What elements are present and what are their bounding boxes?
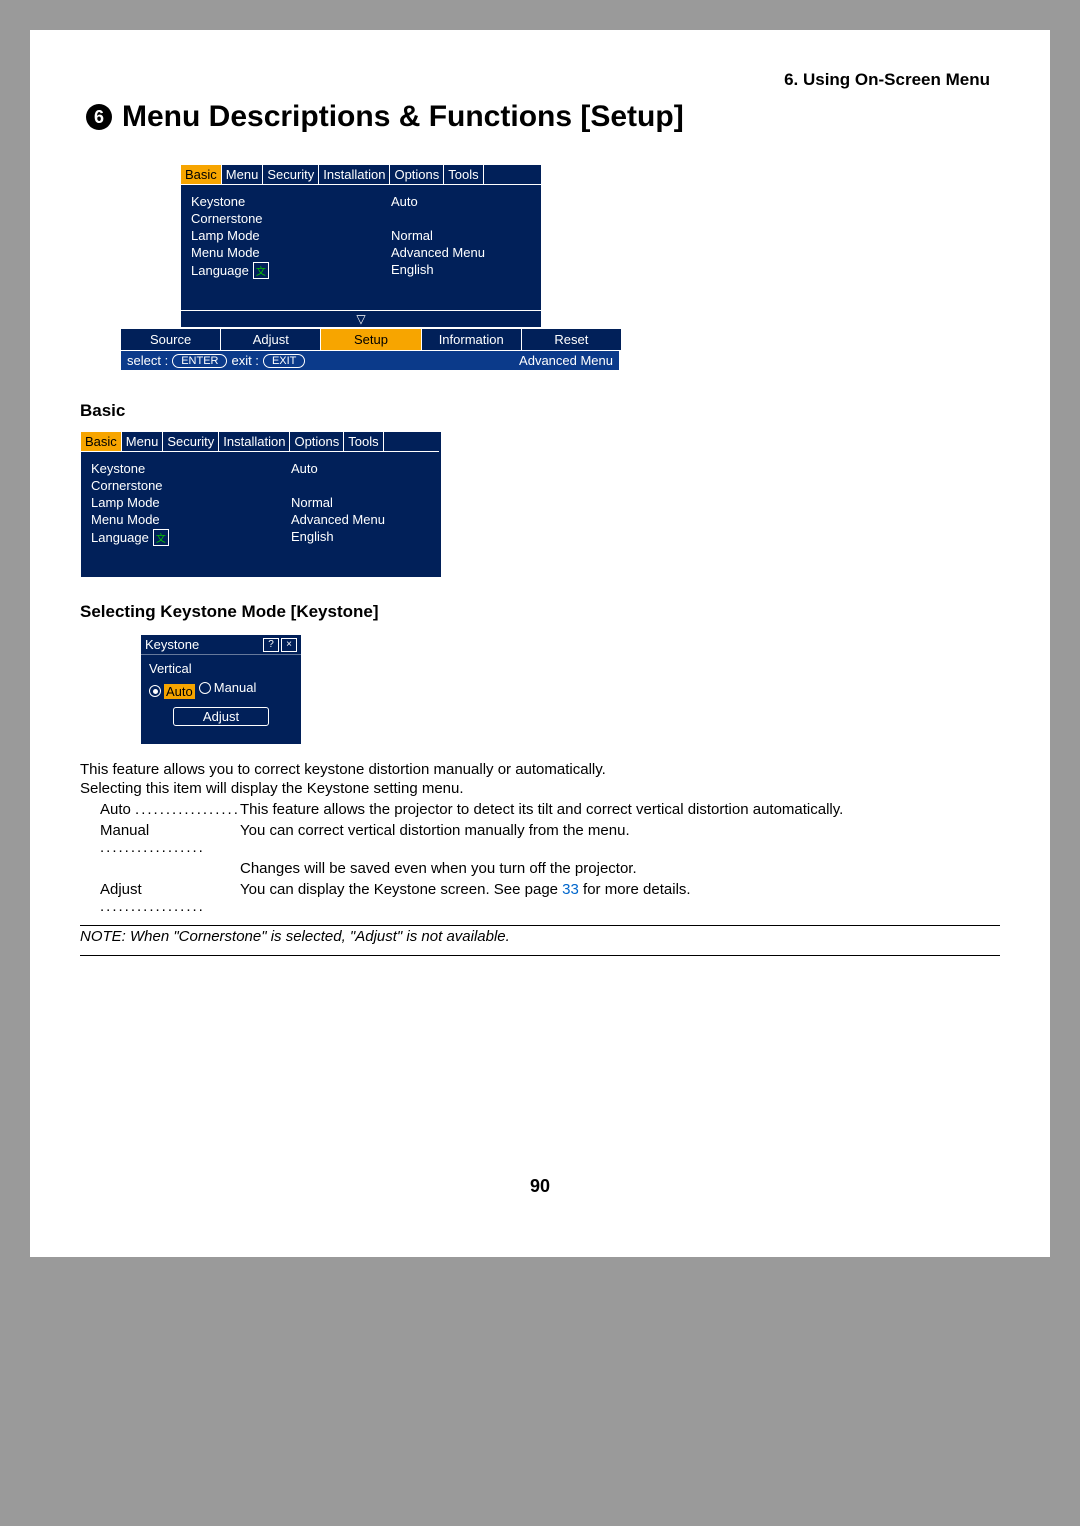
subtab-options: Options: [390, 165, 444, 184]
keystone-heading: Selecting Keystone Mode [Keystone]: [80, 602, 1000, 622]
subtab-basic: Basic: [81, 432, 122, 451]
help-icon: ?: [263, 638, 279, 652]
maintab-adjust: Adjust: [221, 329, 321, 350]
enter-key-pill: ENTER: [172, 354, 227, 368]
close-icon: ×: [281, 638, 297, 652]
basic-settings-body: KeystoneAutoCornerstoneLamp ModeNormalMe…: [81, 452, 439, 577]
osd-settings-body: KeystoneAutoCornerstoneLamp ModeNormalMe…: [180, 184, 542, 311]
maintab-reset: Reset: [522, 329, 621, 350]
definition-adjust: Adjust .................You can display …: [100, 881, 1000, 915]
subtab-menu: Menu: [122, 432, 164, 451]
page-link[interactable]: 33: [562, 881, 579, 898]
description-paragraph-1: This feature allows you to correct keyst…: [80, 761, 1000, 778]
keystone-radio-group: Auto Manual: [149, 680, 293, 699]
subtab-tools: Tools: [444, 165, 483, 184]
definition-auto: Auto .................This feature allow…: [100, 801, 1000, 818]
basic-panel-screenshot: BasicMenuSecurityInstallationOptionsTool…: [80, 431, 442, 578]
note-rule-top: [80, 925, 1000, 926]
subtab-security: Security: [163, 432, 219, 451]
osd-status-bar: select : ENTER exit : EXIT Advanced Menu: [120, 351, 620, 371]
maintab-information: Information: [422, 329, 522, 350]
osd-scroll-indicator: ▽: [180, 311, 542, 328]
language-icon: 文: [153, 529, 169, 546]
subtab-security: Security: [263, 165, 319, 184]
maintab-setup: Setup: [321, 329, 421, 350]
keystone-adjust-button: Adjust: [173, 707, 269, 726]
definition-manual: Manual .................You can correct …: [100, 822, 1000, 856]
subtab-options: Options: [290, 432, 344, 451]
subtab-installation: Installation: [219, 432, 290, 451]
setting-row-lamp-mode: Lamp ModeNormal: [81, 494, 439, 511]
note-text: NOTE: When "Cornerstone" is selected, "A…: [80, 928, 1000, 945]
osd-screenshot-main: BasicMenuSecurityInstallationOptionsTool…: [120, 164, 620, 371]
basic-tabstrip: BasicMenuSecurityInstallationOptionsTool…: [81, 432, 439, 452]
status-exit-label: exit :: [231, 353, 258, 368]
manual-page: 6. Using On-Screen Menu 6 Menu Descripti…: [30, 30, 1050, 1257]
keystone-vertical-label: Vertical: [149, 661, 293, 676]
setting-row-cornerstone: Cornerstone: [81, 477, 439, 494]
basic-subheader: Basic: [80, 401, 1000, 421]
subtab-basic: Basic: [181, 165, 222, 184]
osd-subtab-strip: BasicMenuSecurityInstallationOptionsTool…: [180, 164, 542, 184]
setting-row-keystone: KeystoneAuto: [181, 193, 541, 210]
subtab-installation: Installation: [319, 165, 390, 184]
setting-row-cornerstone: Cornerstone: [181, 210, 541, 227]
definition-continuation: Changes will be saved even when you turn…: [240, 860, 1000, 877]
exit-key-pill: EXIT: [263, 354, 305, 368]
setting-row-lamp-mode: Lamp ModeNormal: [181, 227, 541, 244]
setting-row-keystone: KeystoneAuto: [81, 460, 439, 477]
note-rule-bottom: [80, 955, 1000, 956]
setting-row-menu-mode: Menu ModeAdvanced Menu: [81, 511, 439, 528]
osd-main-tabs: SourceAdjustSetupInformationReset: [120, 328, 622, 351]
status-mode: Advanced Menu: [519, 353, 613, 368]
keystone-dialog-title: Keystone: [145, 637, 261, 652]
status-select-label: select :: [127, 353, 168, 368]
language-icon: 文: [253, 262, 269, 279]
setting-row-menu-mode: Menu ModeAdvanced Menu: [181, 244, 541, 261]
subtab-menu: Menu: [222, 165, 264, 184]
description-paragraph-2: Selecting this item will display the Key…: [80, 780, 1000, 797]
radio-auto: Auto: [149, 684, 195, 699]
page-number: 90: [80, 1176, 1000, 1197]
subtab-tools: Tools: [344, 432, 383, 451]
section-title-text: Menu Descriptions & Functions [Setup]: [122, 100, 684, 134]
setting-row-language: Language文English: [81, 528, 439, 547]
chapter-header: 6. Using On-Screen Menu: [80, 70, 1000, 90]
section-title: 6 Menu Descriptions & Functions [Setup]: [86, 100, 1000, 134]
maintab-source: Source: [121, 329, 221, 350]
definition-list: Auto .................This feature allow…: [80, 801, 1000, 915]
section-number-badge: 6: [86, 104, 112, 130]
setting-row-language: Language文English: [181, 261, 541, 280]
keystone-dialog-screenshot: Keystone ? × Vertical Auto Manual Adjust: [140, 634, 302, 745]
radio-manual: Manual: [199, 680, 257, 695]
